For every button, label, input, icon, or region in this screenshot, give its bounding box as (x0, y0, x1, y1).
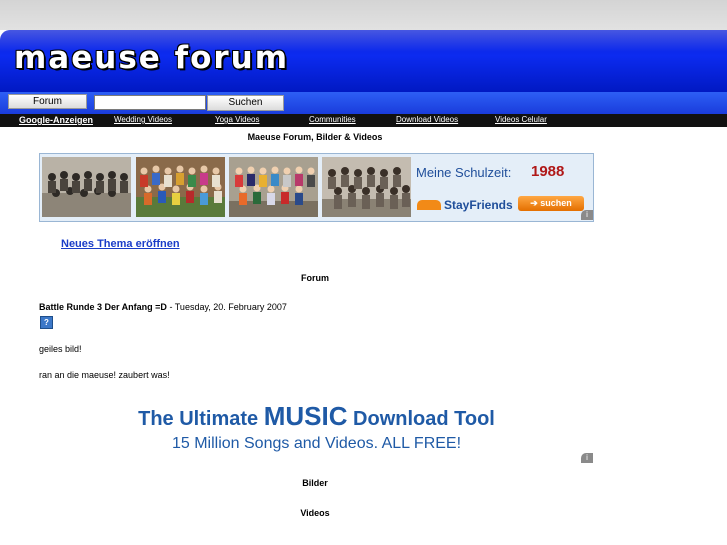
post-title[interactable]: Battle Runde 3 Der Anfang =D (39, 302, 167, 312)
section-heading-bilder: Bilder (302, 478, 328, 488)
ad-link-communities[interactable]: Communities (309, 115, 356, 124)
post-text-line: ran an die maeuse! zaubert was! (39, 370, 170, 380)
page-subtitle: Maeuse Forum, Bilder & Videos (247, 132, 383, 142)
ad-link-download-videos[interactable]: Download Videos (396, 115, 458, 124)
class-photo-4 (322, 157, 411, 217)
stayfriends-search-button[interactable]: ➔ suchen (518, 196, 584, 211)
post-text-line: geiles bild! (39, 344, 82, 354)
post-date: - Tuesday, 20. February 2007 (166, 302, 287, 312)
music-ad-title-pre: The Ultimate (138, 408, 264, 430)
stayfriends-brand: StayFriends (444, 198, 513, 212)
search-button[interactable]: Suchen (207, 95, 284, 111)
ad-link-yoga-videos[interactable]: Yoga Videos (215, 115, 260, 124)
music-ad-subtitle: 15 Million Songs and Videos. ALL FREE! (171, 435, 462, 452)
search-input[interactable] (94, 95, 206, 110)
ad-schulzeit-label: Meine Schulzeit: (416, 165, 512, 180)
site-title[interactable]: maeuse forum (14, 40, 289, 76)
section-heading-forum: Forum (301, 273, 329, 283)
stayfriends-ad[interactable]: Meine Schulzeit: 1988 StayFriends ➔ such… (39, 153, 594, 222)
class-photo-1 (42, 157, 131, 217)
question-icon[interactable]: ? (40, 316, 53, 329)
google-ads-label[interactable]: Google-Anzeigen (19, 115, 93, 125)
ad-info-icon[interactable]: i (581, 210, 593, 220)
new-thread-link[interactable]: Neues Thema eröffnen (61, 238, 180, 250)
stayfriends-people-icon (417, 200, 441, 210)
music-download-ad[interactable]: The Ultimate MUSIC Download Tool 15 Mill… (40, 397, 593, 463)
post-header: Battle Runde 3 Der Anfang =D - Tuesday, … (39, 302, 287, 312)
google-ad-links-bar: Google-Anzeigen Wedding Videos Yoga Vide… (0, 114, 727, 127)
music-ad-title-highlight: MUSIC (263, 401, 348, 431)
ad-info-icon[interactable]: i (581, 453, 593, 463)
site-banner: maeuse forum (0, 30, 727, 94)
forum-button[interactable]: Forum (8, 94, 87, 109)
ad-link-wedding-videos[interactable]: Wedding Videos (114, 115, 172, 124)
music-ad-title: The Ultimate MUSIC Download Tool (40, 401, 593, 432)
music-ad-title-post: Download Tool (347, 408, 495, 430)
browser-top-strip (0, 0, 727, 30)
ad-schulzeit-year: 1988 (531, 163, 565, 180)
stayfriends-logo: StayFriends (417, 198, 513, 212)
section-heading-videos: Videos (300, 508, 330, 518)
class-photo-2 (136, 157, 225, 217)
class-photo-3 (229, 157, 318, 217)
ad-link-videos-celular[interactable]: Videos Celular (495, 115, 547, 124)
